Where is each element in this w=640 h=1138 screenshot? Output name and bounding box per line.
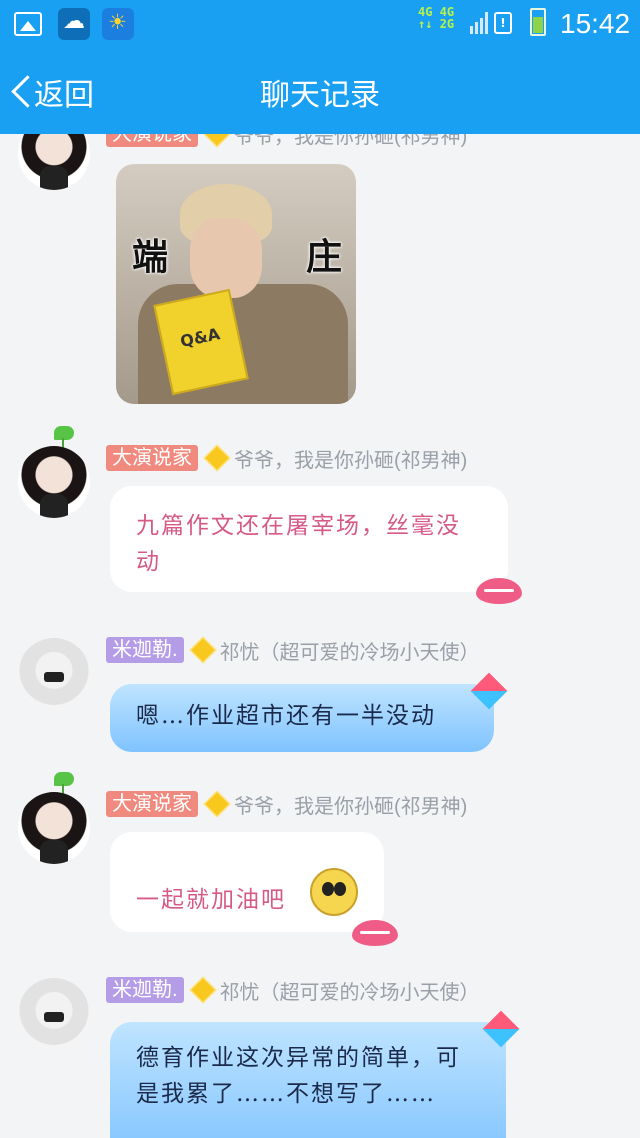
- diamond-icon: [190, 638, 215, 662]
- page-title: 聊天记录: [260, 79, 380, 112]
- sticker-word: 庄: [306, 237, 343, 278]
- sender-name: 爷爷，我是你孙砸(祁男神): [234, 134, 468, 148]
- title-badge: 大演说家: [106, 791, 198, 817]
- diamond-icon: [205, 134, 229, 146]
- lips-icon: [476, 578, 522, 604]
- gallery-icon: [14, 12, 42, 36]
- sender-name: 祁忧（超可爱的冷场小天使）: [219, 641, 480, 664]
- status-time: 15:42: [560, 8, 631, 39]
- diamond-icon: [205, 792, 229, 816]
- sender-name: 祁忧（超可爱的冷场小天使）: [219, 981, 480, 1004]
- message-text: 嗯…作业超市还有一半没动: [136, 703, 436, 729]
- signal-icon: [470, 10, 492, 34]
- battery-icon: [530, 8, 546, 36]
- chat-list[interactable]: 大演说家 爷爷，我是你孙砸(祁男神) Q&A 端 庄 大演说家 爷爷，我是你孙砸…: [0, 134, 640, 1138]
- emoji-icon: [310, 868, 358, 916]
- message-text: 德育作业这次异常的简单，可是我累了……不想写了……: [136, 1045, 461, 1107]
- message-header: 大演说家 爷爷，我是你孙砸(祁男神): [106, 444, 467, 472]
- message-bubble[interactable]: 德育作业这次异常的简单，可是我累了……不想写了……: [110, 1022, 506, 1138]
- message-bubble[interactable]: 嗯…作业超市还有一半没动: [110, 684, 494, 752]
- title-bar: 返回 聊天记录: [0, 48, 640, 134]
- leaf-icon: [54, 426, 74, 448]
- sticker-image[interactable]: Q&A 端 庄: [116, 164, 356, 404]
- diamond-icon: [205, 446, 229, 470]
- message-header: 米迦勒. 祁忧（超可爱的冷场小天使）: [106, 976, 480, 1004]
- avatar[interactable]: [18, 134, 90, 190]
- avatar[interactable]: [18, 792, 90, 864]
- title-badge: 米迦勒.: [106, 977, 184, 1003]
- message-header: 大演说家 爷爷，我是你孙砸(祁男神): [106, 790, 467, 818]
- message-header: 大演说家 爷爷，我是你孙砸(祁男神): [106, 134, 467, 148]
- sender-name: 爷爷，我是你孙砸(祁男神): [234, 795, 468, 818]
- sun-icon: [102, 8, 134, 40]
- lips-icon: [352, 920, 398, 946]
- title-badge: 米迦勒.: [106, 637, 184, 663]
- sender-name: 爷爷，我是你孙砸(祁男神): [234, 449, 468, 472]
- message-text: 九篇作文还在屠宰场，丝毫没动: [136, 513, 461, 575]
- leaf-icon: [54, 772, 74, 794]
- status-bar: 4G 4G ↑↓ 2G ! 15:42: [0, 0, 640, 48]
- diamond-icon: [190, 978, 215, 1002]
- message-header: 米迦勒. 祁忧（超可爱的冷场小天使）: [106, 636, 480, 664]
- sticker-word: 端: [132, 237, 169, 278]
- title-badge: 大演说家: [106, 134, 198, 147]
- avatar[interactable]: [18, 638, 90, 710]
- network-indicator: 4G 4G ↑↓ 2G: [418, 5, 455, 31]
- avatar[interactable]: [18, 978, 90, 1050]
- notification-icon: !: [494, 12, 512, 34]
- avatar[interactable]: [18, 446, 90, 518]
- message-bubble[interactable]: 九篇作文还在屠宰场，丝毫没动: [110, 486, 508, 592]
- cloud-icon: [58, 8, 90, 40]
- title-badge: 大演说家: [106, 445, 198, 471]
